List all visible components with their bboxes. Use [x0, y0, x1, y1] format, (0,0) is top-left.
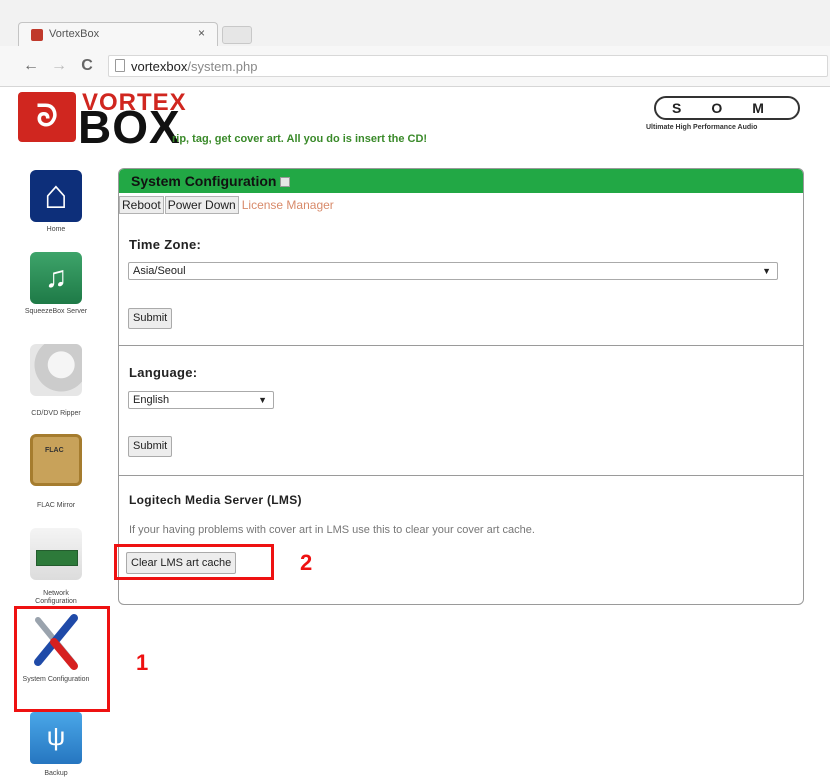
dropdown-arrow-icon: ▼: [258, 395, 267, 405]
language-select[interactable]: English ▼: [128, 391, 274, 409]
tab-close-icon[interactable]: ×: [198, 26, 205, 40]
dropdown-arrow-icon: ▼: [762, 266, 771, 276]
tab-title: VortexBox: [49, 28, 100, 40]
browser-tab[interactable]: VortexBox ×: [18, 22, 218, 46]
panel-toolbar: Reboot Power Down License Manager: [119, 196, 334, 214]
sidebar-item-label: Backup: [44, 770, 68, 777]
sidebar-item-label: CD/DVD Ripper: [31, 410, 81, 417]
som-subtitle: Ultimate High Performance Audio: [646, 124, 758, 131]
timezone-label: Time Zone:: [129, 237, 202, 252]
annotation-box-1: [14, 606, 110, 712]
forward-button[interactable]: →: [50, 57, 68, 75]
reload-button[interactable]: C: [78, 57, 96, 75]
power-down-button[interactable]: Power Down: [164, 196, 239, 214]
language-submit-button[interactable]: Submit: [128, 436, 173, 457]
new-tab-button[interactable]: [222, 26, 252, 44]
lms-note: If your having problems with cover art i…: [129, 524, 535, 536]
language-value: English: [133, 394, 170, 406]
lms-label: Logitech Media Server (LMS): [129, 493, 302, 507]
sidebar-item-squeezebox[interactable]: SqueezeBox Server: [22, 252, 90, 316]
music-icon: [30, 252, 82, 304]
home-icon: [30, 170, 82, 222]
license-manager-link[interactable]: License Manager: [242, 198, 334, 212]
panel-title: System Configuration: [131, 173, 277, 189]
flac-icon: [30, 434, 82, 486]
address-bar: ← → C vortexbox/system.php: [0, 46, 830, 87]
section-divider: [119, 475, 803, 476]
cd-icon: [30, 344, 82, 396]
back-button[interactable]: ←: [22, 57, 40, 75]
url-field[interactable]: vortexbox/system.php: [108, 55, 828, 77]
usb-drive-icon: [30, 712, 82, 764]
annotation-number-2: 2: [300, 550, 313, 575]
system-config-panel: System Configuration Reboot Power Down Lic…: [118, 168, 804, 605]
section-divider: [119, 345, 803, 346]
browser-tabbar: VortexBox ×: [0, 0, 830, 47]
tagline: rip, tag, get cover art. All you do is i…: [172, 133, 428, 145]
sidebar-item-cd-ripper[interactable]: CD/DVD Ripper: [22, 344, 90, 418]
annotation-number-1: 1: [136, 650, 149, 675]
logo-box-text: BOX: [78, 101, 181, 153]
page-icon: [115, 59, 125, 72]
panel-collapse-icon[interactable]: [280, 177, 291, 188]
timezone-select[interactable]: Asia/Seoul ▼: [128, 262, 778, 280]
vortexbox-favicon-icon: [31, 29, 43, 41]
sidebar-item-home[interactable]: Home: [22, 170, 90, 234]
url-path: /system.php: [187, 59, 258, 74]
sidebar-item-flac-mirror[interactable]: FLAC Mirror: [22, 434, 90, 510]
sidebar-item-label: Home: [46, 226, 66, 233]
som-logo: SOM: [654, 96, 800, 120]
sidebar-item-network[interactable]: Network Configuration: [22, 528, 90, 606]
timezone-value: Asia/Seoul: [133, 265, 186, 277]
sidebar-item-backup[interactable]: Backup: [22, 712, 90, 778]
network-card-icon: [30, 528, 82, 580]
panel-header: System Configuration: [119, 169, 803, 193]
annotation-box-2: [114, 544, 274, 580]
vortexbox-logo-mark: ᘐ: [18, 92, 76, 142]
timezone-submit-button[interactable]: Submit: [128, 308, 173, 329]
url-text: vortexbox/system.php: [131, 59, 257, 74]
url-host: vortexbox: [131, 59, 188, 74]
sidebar-item-label: Network Configuration: [35, 590, 77, 605]
reboot-button[interactable]: Reboot: [119, 196, 164, 214]
language-label: Language:: [129, 365, 198, 380]
sidebar-item-label: FLAC Mirror: [36, 502, 76, 509]
sidebar-item-label: SqueezeBox Server: [24, 308, 88, 315]
